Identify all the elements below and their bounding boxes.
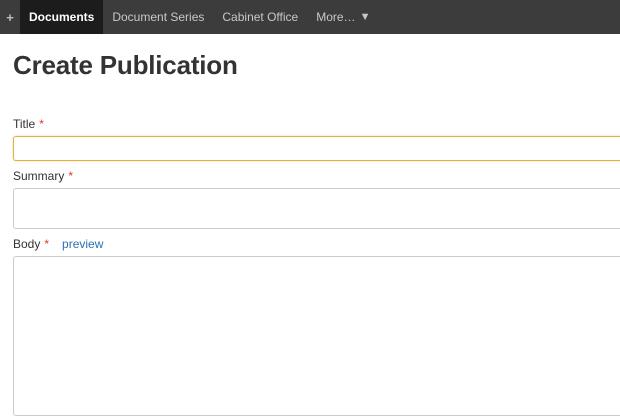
nav-item-document-series[interactable]: Document Series bbox=[103, 0, 213, 34]
caret-down-icon: ▼ bbox=[359, 11, 371, 23]
summary-textarea[interactable] bbox=[13, 188, 620, 229]
page-title: Create Publication bbox=[13, 50, 238, 80]
nav-item-documents[interactable]: Documents bbox=[20, 0, 104, 34]
body-label-row: Body * preview bbox=[13, 237, 103, 251]
body-label: Body bbox=[13, 237, 41, 251]
title-input[interactable] bbox=[13, 136, 620, 161]
body-preview-link[interactable]: preview bbox=[62, 237, 103, 251]
nav-item-cabinet-office[interactable]: Cabinet Office bbox=[213, 0, 307, 34]
title-label: Title bbox=[13, 117, 36, 131]
top-navbar: + Documents Document Series Cabinet Offi… bbox=[0, 0, 620, 34]
body-textarea[interactable] bbox=[13, 256, 620, 416]
summary-label: Summary bbox=[13, 169, 65, 183]
body-required-marker: * bbox=[44, 237, 50, 251]
summary-required-marker: * bbox=[68, 169, 74, 183]
nav-item-more[interactable]: More… ▼ bbox=[307, 0, 379, 34]
title-label-row: Title * bbox=[13, 117, 44, 131]
title-required-marker: * bbox=[39, 117, 44, 131]
add-icon[interactable]: + bbox=[0, 0, 20, 34]
nav-item-more-label: More… bbox=[316, 10, 356, 24]
summary-label-row: Summary * bbox=[13, 169, 73, 183]
